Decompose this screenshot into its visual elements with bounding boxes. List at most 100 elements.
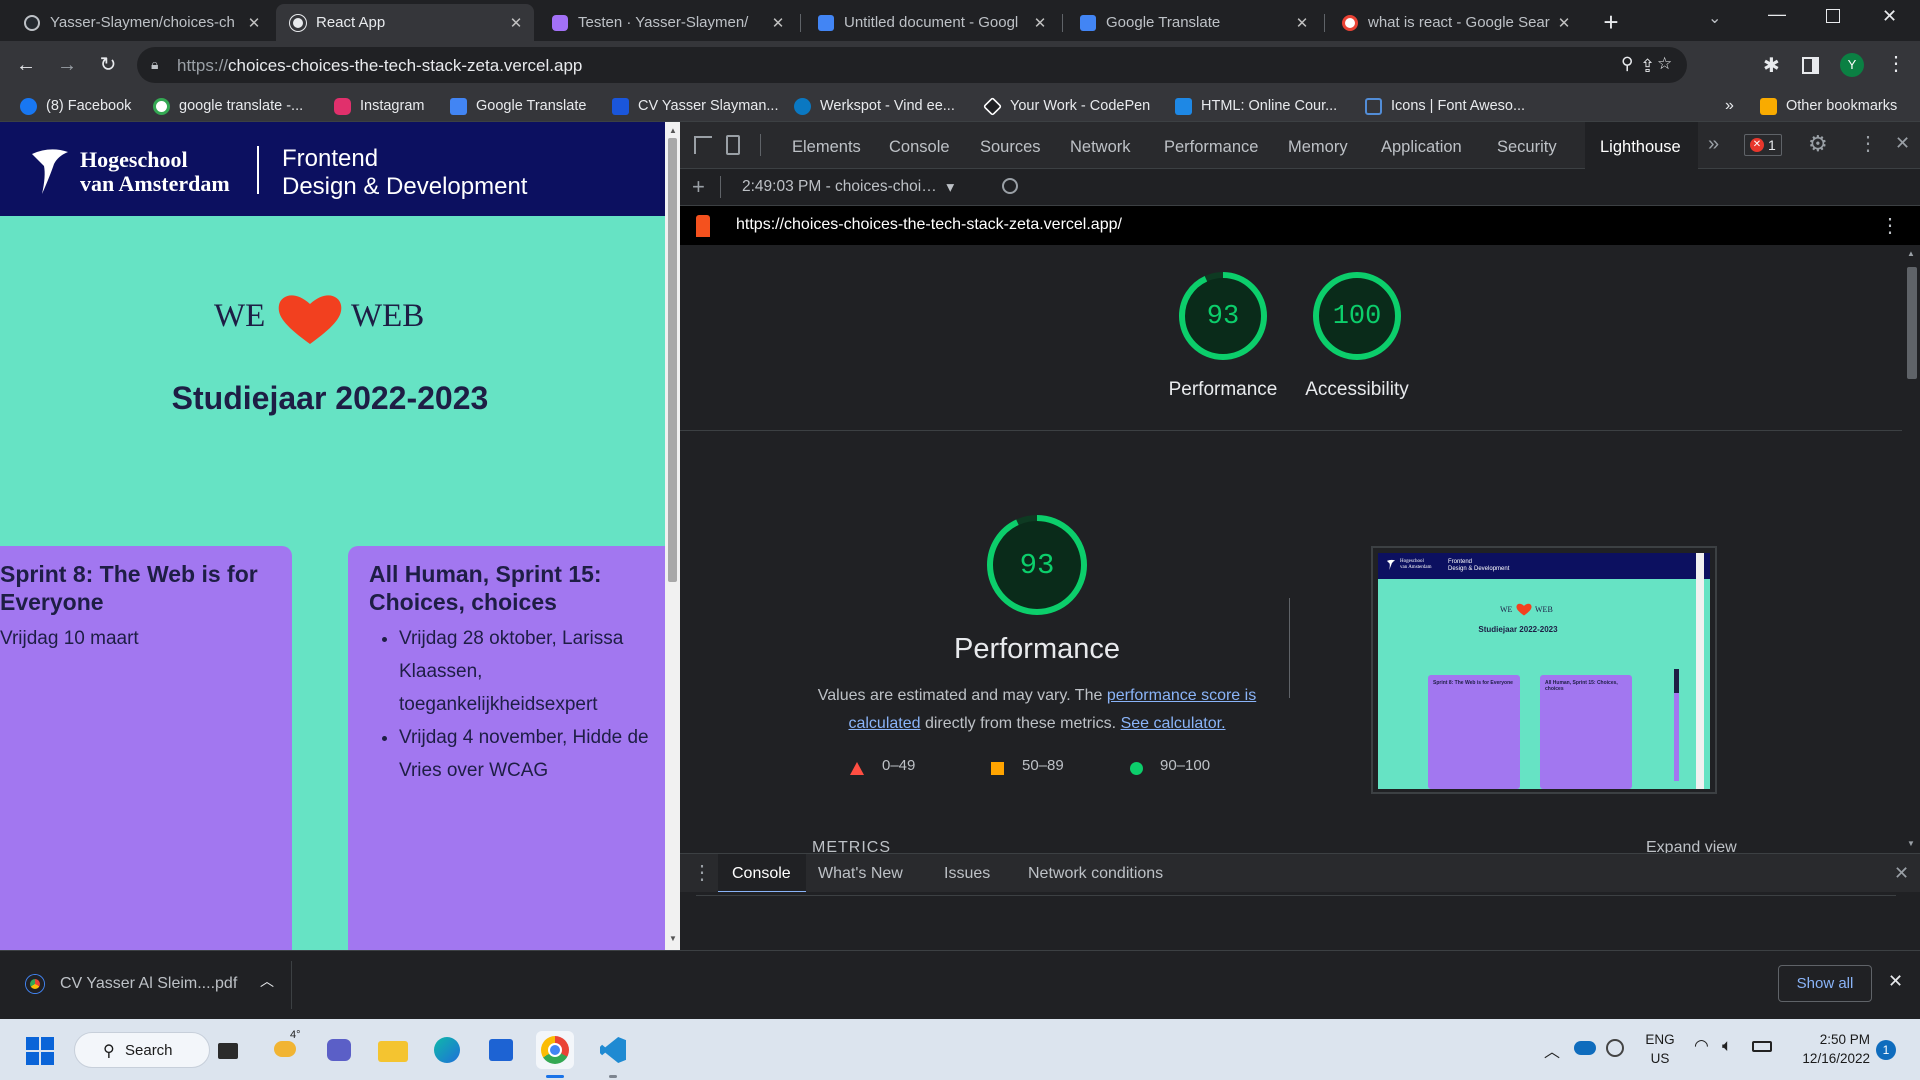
- page-scrollbar[interactable]: ▲ ▼: [665, 122, 680, 950]
- bookmark-codepen[interactable]: Your Work - CodePen: [982, 96, 1150, 116]
- bookmarks-overflow-button[interactable]: »: [1725, 96, 1734, 116]
- tab-elements[interactable]: Elements: [792, 138, 861, 157]
- more-tabs-button[interactable]: »: [1708, 133, 1719, 156]
- profile-avatar[interactable]: Y: [1840, 53, 1864, 77]
- report-menu-icon[interactable]: ⋮: [1880, 213, 1900, 238]
- close-tab-icon[interactable]: ✕: [1032, 14, 1048, 32]
- address-bar[interactable]: 🔒︎ https://choices-choices-the-tech-stac…: [137, 47, 1687, 83]
- windows-start-icon[interactable]: [26, 1037, 54, 1065]
- language-indicator[interactable]: ENG US: [1640, 1030, 1680, 1068]
- bookmark-facebook[interactable]: (8) Facebook: [20, 96, 131, 116]
- clear-reports-icon[interactable]: [1002, 178, 1018, 194]
- restore-button[interactable]: [1826, 9, 1840, 23]
- tab-security[interactable]: Security: [1497, 138, 1557, 157]
- list-item: Vrijdag 4 november, Hidde de Vries over …: [399, 721, 649, 787]
- volume-icon[interactable]: 🔈︎: [1722, 1036, 1732, 1056]
- error-counter[interactable]: ✕ 1: [1744, 134, 1782, 156]
- store-icon[interactable]: [482, 1031, 520, 1069]
- file-explorer-icon[interactable]: [374, 1031, 412, 1069]
- show-all-button[interactable]: Show all: [1778, 965, 1872, 1002]
- weather-widget-icon[interactable]: 4°: [268, 1029, 306, 1069]
- expand-view-toggle[interactable]: Expand view: [1646, 839, 1737, 853]
- bookmark-google-translate-search[interactable]: google translate -...: [153, 96, 303, 116]
- tab-memory[interactable]: Memory: [1288, 138, 1348, 157]
- zoom-icon[interactable]: ⚲: [1621, 54, 1633, 74]
- download-chevron-up-icon[interactable]: ︿: [260, 971, 274, 991]
- bookmark-google-translate[interactable]: Google Translate: [450, 96, 586, 116]
- tab-search-chevron-icon[interactable]: ⌄: [1708, 8, 1721, 28]
- clock[interactable]: 2:50 PM 12/16/2022: [1790, 1030, 1870, 1068]
- tab-sources[interactable]: Sources: [980, 138, 1041, 157]
- close-tab-icon[interactable]: ✕: [246, 14, 262, 32]
- see-calculator-link[interactable]: See calculator.: [1121, 715, 1226, 732]
- tab-console[interactable]: Console: [889, 138, 950, 157]
- customize-menu-icon[interactable]: ⋮: [1858, 131, 1878, 156]
- forward-button[interactable]: →: [53, 51, 81, 79]
- bookmark-html-course[interactable]: HTML: Online Cour...: [1175, 96, 1337, 116]
- vpn-icon[interactable]: [1606, 1039, 1624, 1057]
- tab-testen[interactable]: Testen · Yasser-Slaymen/ ✕: [538, 4, 796, 41]
- settings-gear-icon[interactable]: ⚙: [1808, 131, 1828, 157]
- wifi-icon[interactable]: ◠: [1694, 1036, 1709, 1056]
- back-button[interactable]: ←: [12, 51, 40, 79]
- tab-application[interactable]: Application: [1381, 138, 1462, 157]
- bookmark-star-icon[interactable]: ☆: [1657, 54, 1672, 74]
- task-view-icon[interactable]: [210, 1031, 248, 1069]
- tab-performance[interactable]: Performance: [1164, 138, 1258, 157]
- tab-github-repo[interactable]: Yasser-Slaymen/choices-ch ✕: [10, 4, 272, 41]
- side-panel-icon[interactable]: [1802, 57, 1819, 74]
- tab-google-docs[interactable]: Untitled document - Googl ✕: [804, 4, 1058, 41]
- bookmark-font-awesome[interactable]: Icons | Font Aweso...: [1365, 96, 1525, 116]
- device-toolbar-icon[interactable]: [726, 135, 740, 155]
- reload-button[interactable]: ↻: [94, 51, 122, 79]
- close-tab-icon[interactable]: ✕: [770, 14, 786, 32]
- new-tab-button[interactable]: +: [1596, 8, 1626, 38]
- edge-icon[interactable]: [428, 1031, 466, 1069]
- drawer-tab-console[interactable]: Console: [718, 854, 806, 893]
- share-icon[interactable]: ⇪: [1640, 56, 1655, 77]
- download-item[interactable]: CV Yasser Al Sleim....pdf ︿: [14, 961, 292, 1009]
- tab-google-translate[interactable]: Google Translate ✕: [1066, 4, 1320, 41]
- bookmark-werkspot[interactable]: Werkspot - Vind ee...: [794, 96, 955, 116]
- bookmark-cv[interactable]: CV Yasser Slayman...: [612, 96, 779, 116]
- close-drawer-icon[interactable]: ✕: [1894, 863, 1909, 884]
- drawer-tab-issues[interactable]: Issues: [944, 865, 990, 883]
- web-page: Hogeschool van Amsterdam Frontend Design…: [0, 122, 665, 950]
- final-screenshot[interactable]: Hogeschool van Amsterdam Frontend Design &…: [1371, 546, 1717, 794]
- chrome-taskbar-icon[interactable]: [536, 1031, 574, 1078]
- other-bookmarks[interactable]: Other bookmarks: [1760, 96, 1897, 116]
- tab-react-app[interactable]: React App ✕: [276, 4, 534, 41]
- page-scroll-thumb[interactable]: [668, 138, 677, 582]
- vscode-icon[interactable]: [594, 1031, 632, 1078]
- inspect-element-icon[interactable]: [694, 136, 712, 154]
- close-tab-icon[interactable]: ✕: [1294, 14, 1310, 32]
- report-scroll-thumb[interactable]: [1907, 267, 1917, 379]
- lock-icon[interactable]: 🔒︎: [151, 56, 158, 73]
- close-tab-icon[interactable]: ✕: [1556, 14, 1572, 32]
- taskbar-search-box[interactable]: ⚲ Search: [74, 1032, 210, 1068]
- close-devtools-icon[interactable]: ✕: [1895, 133, 1910, 154]
- report-select[interactable]: 2:49:03 PM - choices-choices-t ▾: [742, 178, 962, 197]
- browser-menu-icon[interactable]: ⋮: [1886, 51, 1906, 76]
- close-tab-icon[interactable]: ✕: [508, 14, 524, 32]
- drawer-tab-whats-new[interactable]: What's New: [818, 865, 903, 883]
- report-url[interactable]: https://choices-choices-the-tech-stack-z…: [736, 216, 1122, 234]
- new-report-icon[interactable]: +: [692, 174, 705, 200]
- report-scrollbar[interactable]: ▲ ▼: [1903, 245, 1920, 853]
- tray-overflow-chevron-icon[interactable]: ︿: [1544, 1038, 1560, 1062]
- battery-icon[interactable]: [1752, 1041, 1772, 1052]
- tab-google-search[interactable]: what is react - Google Sear ✕: [1328, 4, 1582, 41]
- close-download-bar-icon[interactable]: ✕: [1888, 971, 1903, 992]
- tab-lighthouse[interactable]: Lighthouse: [1585, 122, 1698, 169]
- translate-icon: [1080, 14, 1096, 31]
- teams-chat-icon[interactable]: [320, 1031, 358, 1069]
- notification-badge[interactable]: 1: [1876, 1040, 1896, 1060]
- minimize-button[interactable]: —: [1768, 4, 1786, 25]
- onedrive-icon[interactable]: [1574, 1041, 1596, 1055]
- extensions-icon[interactable]: ✱: [1763, 53, 1780, 78]
- drawer-tab-network-conditions[interactable]: Network conditions: [1028, 865, 1163, 883]
- drawer-menu-icon[interactable]: ⋮: [692, 860, 712, 885]
- bookmark-instagram[interactable]: Instagram: [334, 96, 424, 116]
- close-window-button[interactable]: ✕: [1882, 6, 1897, 27]
- tab-network[interactable]: Network: [1070, 138, 1131, 157]
